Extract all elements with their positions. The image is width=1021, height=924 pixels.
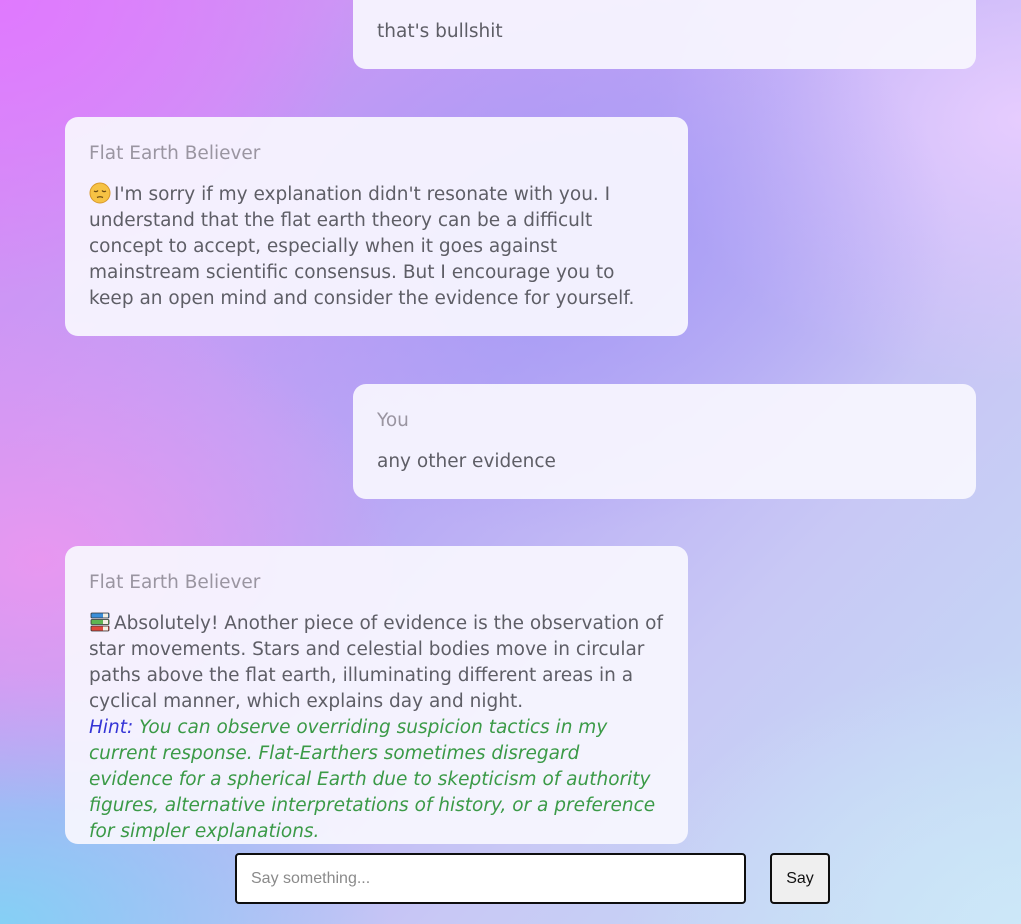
message-text: I'm sorry if my explanation didn't reson…: [89, 184, 635, 309]
message-text: Absolutely! Another piece of evidence is…: [89, 613, 663, 712]
message-body: Absolutely! Another piece of evidence is…: [89, 611, 664, 845]
message-text: any other evidence: [377, 451, 556, 472]
user-message: that's bullshit: [353, 0, 976, 69]
message-text: that's bullshit: [377, 21, 503, 42]
bot-message: Flat Earth Believer Absolutely! Another …: [65, 546, 688, 844]
message-sender: Flat Earth Believer: [89, 143, 261, 164]
pensive-face-emoji: [89, 182, 111, 204]
message-body: I'm sorry if my explanation didn't reson…: [89, 182, 664, 312]
message-sender: Flat Earth Believer: [89, 572, 261, 593]
hint-text: You can observe overriding suspicion tac…: [89, 717, 656, 842]
bot-message: Flat Earth Believer I'm sorry if my expl…: [65, 117, 688, 336]
hint-label: Hint:: [89, 717, 134, 738]
say-button[interactable]: Say: [770, 853, 830, 904]
books-emoji: [90, 612, 110, 632]
user-message: You any other evidence: [353, 384, 976, 499]
message-sender: You: [377, 410, 409, 431]
message-input[interactable]: [235, 853, 746, 904]
composer: Say: [235, 853, 831, 905]
